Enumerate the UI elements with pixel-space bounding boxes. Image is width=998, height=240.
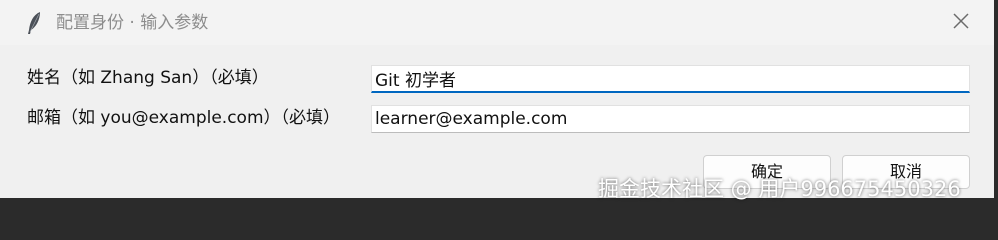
title-bar[interactable]: 配置身份 · 输入参数	[0, 0, 994, 45]
email-input[interactable]	[371, 105, 970, 133]
name-input[interactable]	[371, 65, 970, 93]
window-title: 配置身份 · 输入参数	[56, 13, 209, 33]
dialog-window: 配置身份 · 输入参数 姓名（如 Zhang San）（必填） 邮箱（如 you…	[0, 0, 994, 198]
close-button[interactable]	[932, 0, 990, 45]
feather-icon	[25, 10, 45, 36]
watermark-text: 掘金技术社区 @ 用户996675450326	[598, 177, 961, 201]
name-label: 姓名（如 Zhang San）（必填）	[27, 68, 269, 88]
close-icon	[952, 12, 970, 34]
email-label: 邮箱（如 you@example.com）（必填）	[27, 108, 341, 128]
